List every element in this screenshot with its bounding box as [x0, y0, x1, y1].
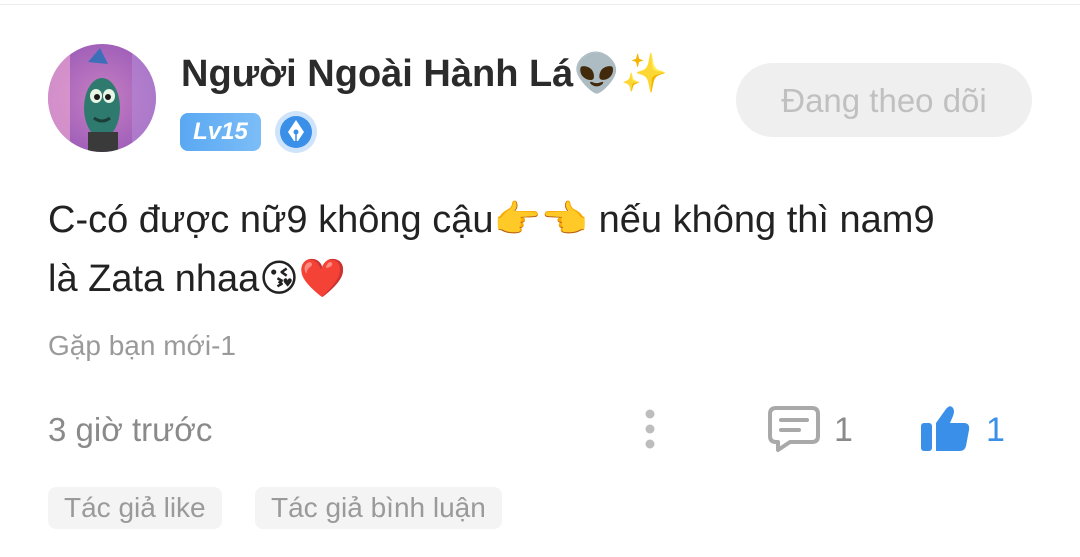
level-badge: Lv15	[180, 113, 261, 151]
comment-text: C-có được nữ9 không cậu👉👈 nếu không thì …	[48, 190, 1048, 308]
pen-nib-badge-icon	[274, 110, 318, 154]
comment-line1b: nếu không thì nam9	[588, 199, 935, 241]
tag-author-liked: Tác giả like	[48, 487, 222, 529]
comment-bubble-icon[interactable]	[766, 404, 826, 454]
username[interactable]: Người Ngoài Hành Lá👽✨	[181, 48, 668, 99]
top-divider	[0, 4, 1080, 5]
username-text: Người Ngoài Hành Lá	[181, 53, 574, 95]
username-emoji: 👽✨	[573, 51, 668, 95]
more-vertical-icon[interactable]	[634, 404, 666, 454]
comment-line2: là Zata nhaa	[48, 258, 260, 300]
timestamp: 3 giờ trước	[48, 411, 213, 448]
tag-author-commented: Tác giả bình luận	[255, 487, 502, 529]
comment-count: 1	[834, 411, 853, 449]
like-count: 1	[986, 411, 1005, 449]
avatar[interactable]	[48, 44, 156, 152]
comment-line1: C-có được nữ9 không cậu	[48, 199, 494, 241]
post-source[interactable]: Gặp bạn mới-1	[48, 330, 236, 362]
thumbs-up-icon[interactable]	[918, 403, 974, 455]
comment-emoji2: 😘❤️	[259, 256, 347, 300]
following-button[interactable]: Đang theo dõi	[736, 63, 1032, 137]
comment-emoji1: 👉👈	[493, 197, 589, 241]
